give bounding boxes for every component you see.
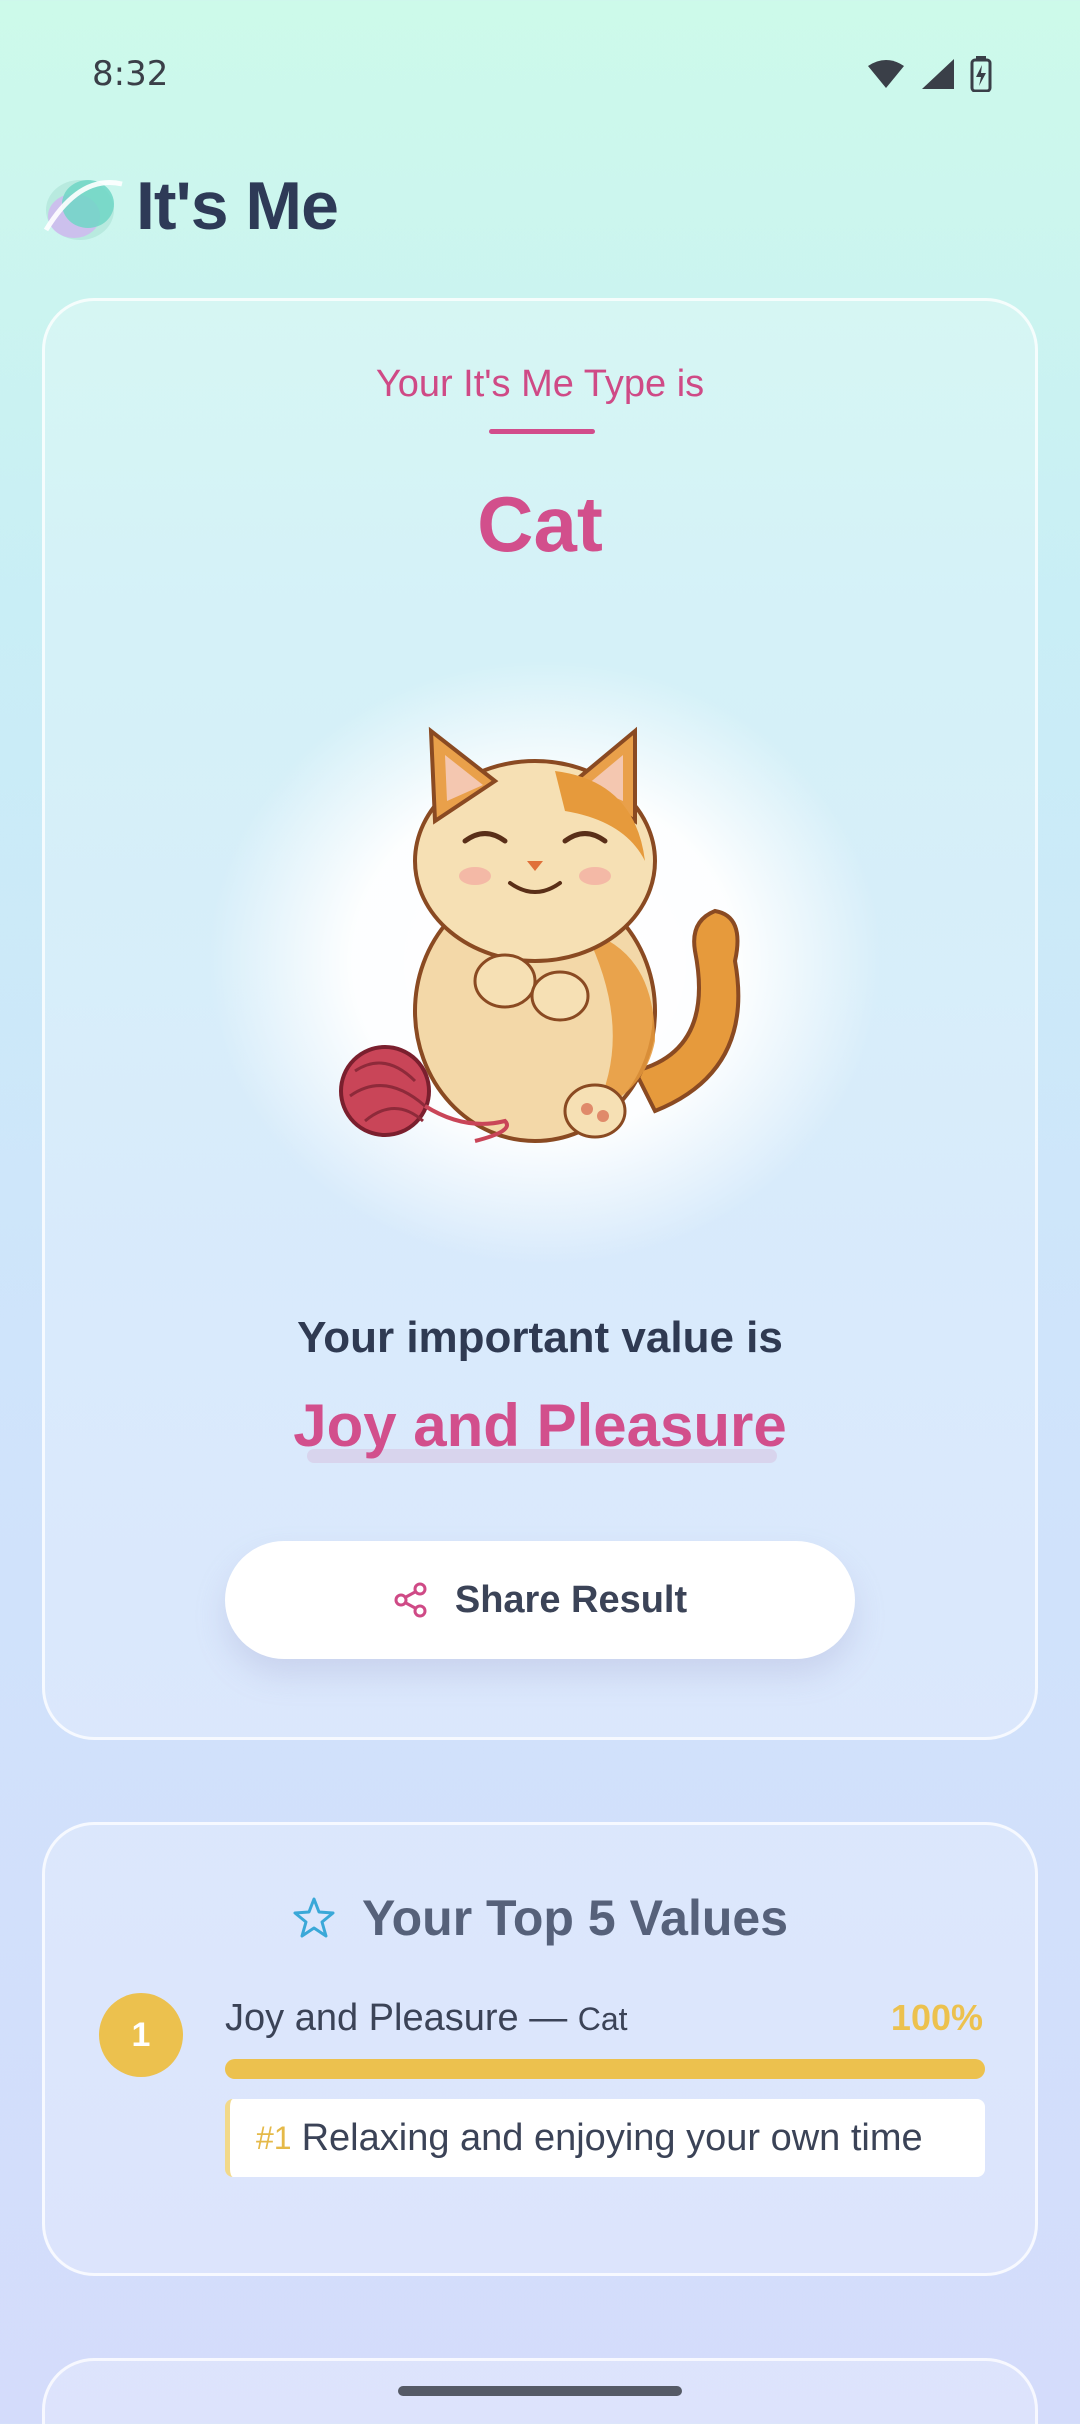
type-label: Your It's Me Type is xyxy=(375,363,705,405)
rank-badge: 1 xyxy=(99,1993,183,2077)
share-result-label: Share Result xyxy=(454,1578,688,1621)
type-name: Cat xyxy=(477,480,603,568)
value-row-title: Joy and Pleasure xyxy=(225,1997,519,2039)
value-label: Your important value is xyxy=(297,1313,783,1362)
share-icon xyxy=(394,1582,427,1618)
app-logo xyxy=(40,166,126,246)
battery-charging-icon xyxy=(970,56,992,92)
value-progress-fill xyxy=(225,2059,985,2079)
status-icons xyxy=(866,56,992,92)
value-row-type: Cat xyxy=(577,2001,628,2037)
top5-title: Your Top 5 Values xyxy=(361,1890,789,1946)
reason-box: #1 Relaxing and enjoying your own time xyxy=(225,2099,985,2177)
status-time: 8:32 xyxy=(92,54,169,94)
value-row-percent: 100% xyxy=(890,1997,983,2038)
signal-icon xyxy=(922,59,954,89)
app-header: It's Me xyxy=(40,166,339,246)
value-row-separator: — xyxy=(518,1997,578,2039)
reason-rank: #1 xyxy=(256,2119,292,2156)
star-icon xyxy=(293,1897,335,1938)
share-result-button[interactable]: Share Result xyxy=(225,1541,855,1659)
status-bar: 8:32 xyxy=(0,0,1080,150)
reason-text: Relaxing and enjoying your own time xyxy=(301,2116,923,2159)
app-title: It's Me xyxy=(136,168,339,244)
type-underline xyxy=(489,429,595,434)
result-card: Your It's Me Type is Cat Your important … xyxy=(42,298,1038,1740)
cat-illustration xyxy=(339,726,741,1143)
value-row-name: Joy and Pleasure — Cat xyxy=(225,1997,628,2040)
top5-header: Your Top 5 Values xyxy=(45,1889,1035,1947)
top5-card: Your Top 5 Values 1 Joy and Pleasure — C… xyxy=(42,1822,1038,2276)
value-progress-bar xyxy=(225,2059,985,2079)
home-indicator[interactable] xyxy=(398,2386,682,2396)
wifi-icon xyxy=(868,60,904,88)
value-name: Joy and Pleasure xyxy=(293,1392,787,1459)
